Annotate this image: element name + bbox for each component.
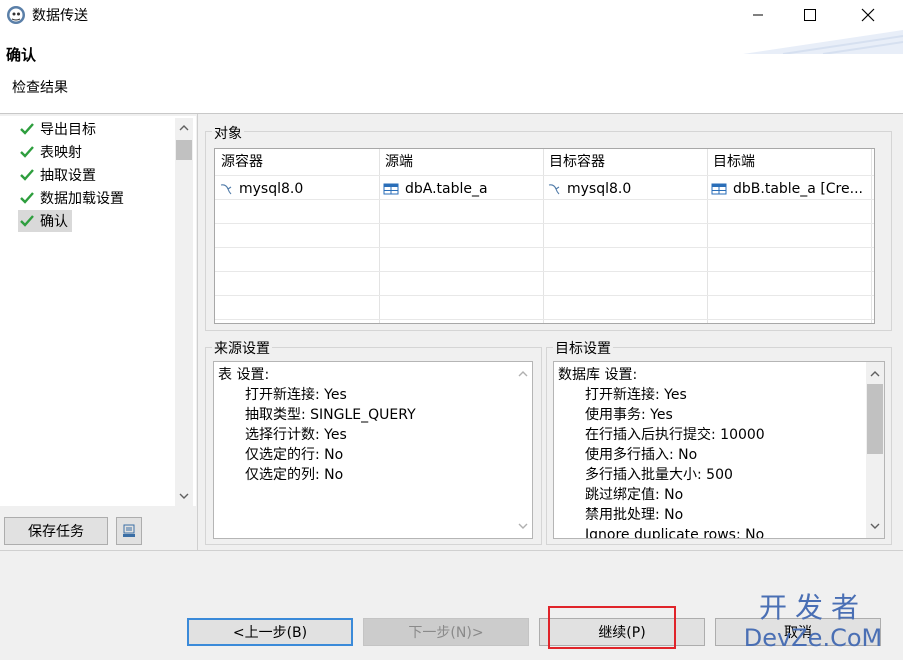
check-icon [18,168,36,182]
check-icon [18,145,36,159]
target-container-value: mysql8.0 [567,181,631,197]
source-value: dbA.table_a [405,181,488,197]
page-subtitle: 检查结果 [12,77,68,97]
minimize-button[interactable] [728,0,788,30]
minimize-icon [752,9,764,21]
page-title: 确认 [6,44,36,65]
title-bar: 数据传送 [0,0,903,30]
next-label: 下一步(N)> [408,622,483,642]
save-task-label: 保存任务 [28,521,84,541]
watermark-line1: 开发者 [733,592,893,624]
settings-line: 打开新连接: Yes [245,385,347,405]
settings-line: 在行插入后执行提交: 10000 [585,425,765,445]
column-header[interactable]: 目标端 [707,149,755,175]
watermark-line2: DevZe.CoM [733,624,893,652]
step-table-mapping[interactable]: 表映射 [18,141,86,163]
app-logo-icon [6,5,26,25]
source-container-value: mysql8.0 [239,181,303,197]
row-divider [215,247,874,248]
mysql-icon [219,182,233,196]
header-decoration [743,30,903,54]
watermark: 开发者 DevZe.CoM [733,592,893,656]
check-icon [18,214,36,228]
settings-line: 仅选定的行: No [245,445,343,465]
target-settings-label: 目标设置 [553,338,613,358]
header-divider [0,113,903,114]
check-icon [18,122,36,136]
table-icon [711,182,727,196]
source-settings-scrollbar[interactable] [514,362,532,538]
step-label: 确认 [40,211,68,231]
next-button[interactable]: 下一步(N)> [363,618,529,646]
save-config-icon [122,524,136,538]
close-button[interactable] [838,0,898,30]
tree-scrollbar[interactable] [175,118,193,506]
target-settings-text[interactable]: 数据库 设置: 打开新连接: Yes 使用事务: Yes 在行插入后执行提交: … [553,361,885,539]
table-cell[interactable]: dbA.table_a [379,177,543,201]
step-confirm[interactable]: 确认 [18,210,72,232]
settings-line: 跳过绑定值: No [585,485,683,505]
row-divider [215,223,874,224]
step-label: 表映射 [40,142,82,162]
column-header[interactable]: 源容器 [215,149,263,175]
settings-line: 仅选定的列: No [245,465,343,485]
back-label: <上一步(B) [233,622,307,642]
settings-line: 使用多行插入: No [585,445,697,465]
close-icon [861,8,875,22]
row-divider [215,295,874,296]
step-load-settings[interactable]: 数据加载设置 [18,187,128,209]
target-settings-scrollbar[interactable] [866,362,884,538]
source-settings-label: 来源设置 [212,338,272,358]
back-button[interactable]: <上一步(B) [187,618,353,646]
settings-line: 表 设置: [218,365,269,385]
settings-line: 禁用批处理: No [585,505,683,525]
objects-table[interactable]: 源容器 源端 目标容器 目标端 mysql8.0 dbA.table_a mys… [214,148,875,324]
row-divider [215,271,874,272]
mysql-icon [547,182,561,196]
maximize-icon [803,8,817,22]
step-extract-settings[interactable]: 抽取设置 [18,164,100,186]
column-header[interactable]: 目标容器 [543,149,605,175]
settings-line: 多行插入批量大小: 500 [585,465,733,485]
table-icon [383,182,399,196]
wizard-header: 确认 检查结果 [0,30,903,114]
save-task-button[interactable]: 保存任务 [4,517,108,545]
window-title: 数据传送 [32,5,88,25]
settings-line: 使用事务: Yes [585,405,673,425]
row-divider [215,319,874,320]
objects-group-label: 对象 [212,123,244,143]
step-label: 抽取设置 [40,165,96,185]
table-cell[interactable]: dbB.table_a [Cre... [707,177,871,201]
settings-line: 抽取类型: SINGLE_QUERY [245,405,416,425]
column-header[interactable]: 源端 [379,149,413,175]
maximize-button[interactable] [780,0,840,30]
step-export-target[interactable]: 导出目标 [18,118,100,140]
target-value: dbB.table_a [Cre... [733,181,863,197]
header-divider [215,175,874,176]
settings-line: Ignore duplicate rows: No [585,525,764,539]
settings-line: 打开新连接: Yes [585,385,687,405]
table-cell[interactable]: mysql8.0 [215,177,379,201]
highlight-box [548,606,676,649]
settings-line: 选择行计数: Yes [245,425,347,445]
settings-line: 数据库 设置: [558,365,637,385]
wizard-steps-tree: 导出目标 表映射 抽取设置 数据加载设置 确认 [0,116,196,506]
save-config-button[interactable] [116,517,142,545]
source-settings-text[interactable]: 表 设置: 打开新连接: Yes 抽取类型: SINGLE_QUERY 选择行计… [213,361,533,539]
table-cell[interactable]: mysql8.0 [543,177,707,201]
step-label: 数据加载设置 [40,188,124,208]
step-label: 导出目标 [40,119,96,139]
check-icon [18,191,36,205]
